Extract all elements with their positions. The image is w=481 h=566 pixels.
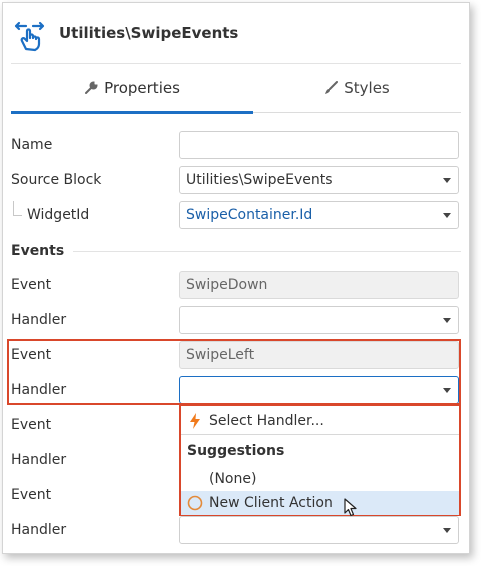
source-block-label: Source Block xyxy=(11,172,102,188)
source-block-value: Utilities\SwipeEvents xyxy=(186,172,333,188)
wrench-icon xyxy=(84,81,98,95)
event-label: Event xyxy=(11,417,52,433)
panel-title: Utilities\SwipeEvents xyxy=(59,24,239,42)
name-input[interactable] xyxy=(179,131,459,159)
tab-styles-label: Styles xyxy=(344,79,390,97)
tab-styles[interactable]: Styles xyxy=(253,64,461,112)
handler-dropdown: Select Handler... Suggestions (None) New… xyxy=(179,404,461,517)
event-label: Event xyxy=(11,277,52,293)
tree-connector xyxy=(13,201,22,216)
source-block-select[interactable]: Utilities\SwipeEvents xyxy=(179,166,459,194)
chevron-down-icon xyxy=(443,178,451,183)
handler-label: Handler xyxy=(11,452,67,468)
section-divider xyxy=(73,251,461,252)
chevron-down-icon xyxy=(443,213,451,218)
tab-properties-label: Properties xyxy=(104,79,180,97)
widget-id-label: WidgetId xyxy=(27,207,90,223)
event-label: Event xyxy=(11,487,52,503)
brush-icon xyxy=(324,81,339,95)
none-option[interactable]: (None) xyxy=(181,467,459,491)
mouse-cursor-icon xyxy=(344,498,358,522)
properties-panel: Utilities\SwipeEvents Properties Styles … xyxy=(2,2,470,554)
chevron-down-icon xyxy=(443,528,451,533)
handler-label: Handler xyxy=(11,522,67,538)
tab-bar: Properties Styles xyxy=(11,63,461,114)
widget-id-value: SwipeContainer.Id xyxy=(186,207,313,223)
handler-select[interactable] xyxy=(179,306,459,334)
events-section-title: Events xyxy=(11,243,65,259)
panel-header: Utilities\SwipeEvents xyxy=(3,3,469,63)
dropdown-divider xyxy=(181,434,459,435)
suggestions-header: Suggestions xyxy=(187,443,285,459)
swipe-hand-icon xyxy=(13,19,47,53)
handler-select[interactable] xyxy=(179,516,459,544)
widget-id-select[interactable]: SwipeContainer.Id xyxy=(179,201,459,229)
circle-icon xyxy=(181,495,209,511)
highlight-box xyxy=(7,339,461,405)
event-value-field: SwipeDown xyxy=(179,271,459,299)
handler-label: Handler xyxy=(11,312,67,328)
tab-properties[interactable]: Properties xyxy=(11,64,253,114)
name-label: Name xyxy=(11,137,53,153)
lightning-icon xyxy=(181,413,209,429)
select-handler-option[interactable]: Select Handler... xyxy=(181,409,459,433)
active-tab-indicator xyxy=(11,111,253,114)
new-client-action-option[interactable]: New Client Action xyxy=(181,491,459,515)
chevron-down-icon xyxy=(443,318,451,323)
